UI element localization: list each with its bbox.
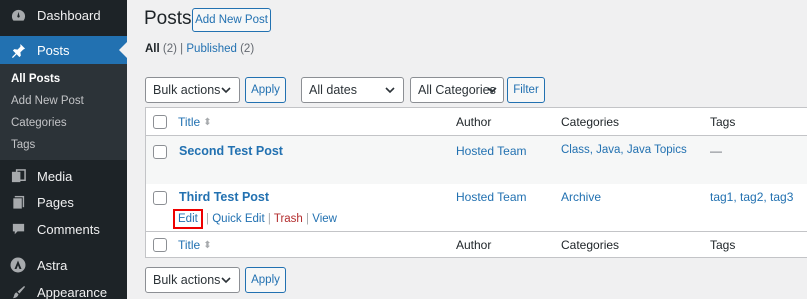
view-link[interactable]: View: [312, 213, 337, 225]
bulk-actions-select-bottom[interactable]: Bulk actions: [145, 267, 240, 293]
row-actions: Edit | Quick Edit | Trash | View: [173, 209, 337, 229]
sidebar-item-media[interactable]: Media: [0, 162, 127, 190]
column-tags-header: Tags: [710, 115, 736, 129]
column-categories-header: Categories: [561, 115, 620, 129]
column-author-footer: Author: [456, 238, 492, 252]
posts-submenu: All Posts Add New Post Categories Tags: [0, 64, 127, 160]
sidebar-item-label: Media: [37, 168, 73, 184]
column-categories-footer: Categories: [561, 238, 620, 252]
filter-separator: |: [180, 43, 184, 55]
filter-all-link[interactable]: All: [145, 43, 160, 55]
post-author-link[interactable]: Hosted Team: [456, 144, 526, 158]
sidebar-item-label: Appearance: [37, 284, 108, 299]
post-title-link[interactable]: Second Test Post: [179, 144, 283, 158]
comments-icon: [8, 219, 28, 239]
main-content: Posts Add New Post All (2) | Published (…: [127, 0, 807, 299]
trash-link[interactable]: Trash: [274, 213, 303, 225]
status-filter-links: All (2) | Published (2): [145, 43, 254, 55]
bulk-actions-value: Bulk actions: [153, 83, 221, 97]
chevron-down-icon: [221, 87, 231, 94]
dates-value: All dates: [309, 83, 357, 97]
pages-icon: [8, 192, 28, 212]
categories-select[interactable]: All Categories: [410, 77, 504, 103]
sort-icon: ⬍: [203, 117, 212, 129]
sidebar-item-label: Astra: [37, 257, 68, 273]
posts-table: Title ⬍ Author Categories Tags Second Tes…: [145, 107, 807, 258]
filter-button[interactable]: Filter: [507, 77, 545, 103]
title-sort-link[interactable]: Title: [178, 115, 200, 129]
row-checkbox[interactable]: [153, 145, 167, 159]
sidebar-item-label: Posts: [37, 42, 70, 58]
filter-published-count: (2): [240, 43, 255, 55]
submenu-categories[interactable]: Categories: [11, 117, 67, 129]
column-title-footer[interactable]: Title ⬍: [178, 238, 212, 252]
table-header-row: Title ⬍ Author Categories Tags: [146, 108, 807, 136]
sidebar-item-pages[interactable]: Pages: [0, 188, 127, 216]
select-all-checkbox[interactable]: [153, 115, 167, 129]
filter-all-count: (2): [162, 43, 177, 55]
active-indicator: [119, 42, 127, 58]
submenu-all-posts[interactable]: All Posts: [11, 73, 60, 85]
row-checkbox[interactable]: [153, 191, 167, 205]
title-sort-link[interactable]: Title: [178, 238, 200, 252]
table-row: Third Test Post Edit | Quick Edit | Tras…: [146, 184, 807, 231]
sidebar-item-posts[interactable]: Posts: [0, 36, 127, 64]
bulk-actions-value: Bulk actions: [153, 273, 221, 287]
astra-icon: [8, 255, 28, 275]
sidebar-item-label: Pages: [37, 194, 74, 210]
filter-published-link[interactable]: Published: [186, 43, 237, 55]
table-footer-row: Title ⬍ Author Categories Tags: [146, 231, 807, 258]
media-icon: [8, 166, 28, 186]
row-action-separator: |: [206, 213, 210, 225]
column-title-header[interactable]: Title ⬍: [178, 115, 212, 129]
column-author-header: Author: [456, 115, 492, 129]
apply-button-bottom[interactable]: Apply: [245, 267, 286, 293]
brush-icon: [8, 282, 28, 299]
dashboard-icon: [8, 5, 28, 25]
pushpin-icon: [8, 40, 28, 60]
post-title-link[interactable]: Third Test Post: [179, 190, 269, 204]
categories-value: All Categories: [418, 83, 496, 97]
add-new-post-button[interactable]: Add New Post: [192, 8, 271, 32]
quick-edit-link[interactable]: Quick Edit: [212, 213, 264, 225]
row-action-separator: |: [267, 213, 271, 225]
post-categories[interactable]: Archive: [561, 190, 601, 204]
post-author-link[interactable]: Hosted Team: [456, 190, 526, 204]
bulk-actions-select-top[interactable]: Bulk actions: [145, 77, 240, 103]
sidebar-item-label: Comments: [37, 221, 100, 237]
chevron-down-icon: [385, 87, 395, 94]
sort-icon: ⬍: [203, 240, 212, 252]
chevron-down-icon: [487, 87, 497, 94]
admin-sidebar: Dashboard Posts All Posts Add New Post C…: [0, 0, 127, 299]
select-all-checkbox-footer[interactable]: [153, 238, 167, 252]
sidebar-item-comments[interactable]: Comments: [0, 215, 127, 243]
dates-select[interactable]: All dates: [301, 77, 404, 103]
page-title: Posts: [144, 8, 192, 29]
table-row: Second Test Post Hosted Team Class, Java…: [146, 136, 807, 184]
chevron-down-icon: [221, 277, 231, 284]
row-action-separator: |: [306, 213, 310, 225]
sidebar-item-label: Dashboard: [37, 7, 101, 23]
submenu-add-new-post[interactable]: Add New Post: [11, 95, 84, 107]
post-tags[interactable]: tag1, tag2, tag3: [710, 190, 793, 204]
post-categories[interactable]: Class, Java, Java Topics: [561, 144, 687, 156]
submenu-tags[interactable]: Tags: [11, 139, 35, 151]
sidebar-item-appearance[interactable]: Appearance: [0, 278, 127, 299]
apply-button-top[interactable]: Apply: [245, 77, 286, 103]
edit-link[interactable]: Edit: [173, 209, 203, 229]
post-tags: —: [710, 144, 722, 158]
sidebar-item-dashboard[interactable]: Dashboard: [0, 1, 127, 29]
column-tags-footer: Tags: [710, 238, 736, 252]
sidebar-item-astra[interactable]: Astra: [0, 251, 127, 279]
